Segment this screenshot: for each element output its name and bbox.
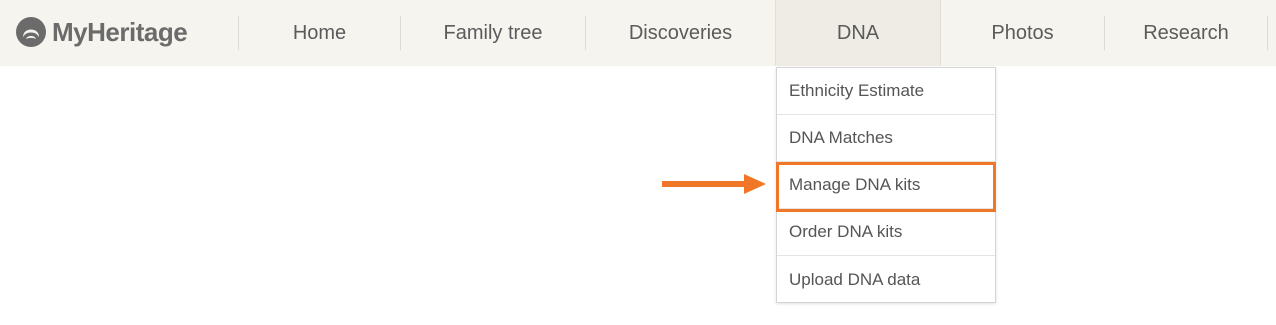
- dna-dropdown-menu: Ethnicity Estimate DNA Matches Manage DN…: [776, 67, 996, 303]
- nav-item-family-tree[interactable]: Family tree: [401, 0, 585, 66]
- menu-item-manage-dna-kits[interactable]: Manage DNA kits: [777, 162, 995, 209]
- nav-item-home[interactable]: Home: [239, 0, 400, 66]
- logo-wordmark: MyHeritage: [52, 16, 188, 47]
- nav-item-research[interactable]: Research: [1105, 0, 1267, 66]
- right-arrow-icon: [662, 174, 766, 194]
- myheritage-logo-icon: [16, 17, 46, 47]
- nav-separator: [1267, 16, 1268, 50]
- menu-item-upload-dna-data[interactable]: Upload DNA data: [777, 256, 995, 303]
- menu-item-order-dna-kits[interactable]: Order DNA kits: [777, 209, 995, 256]
- nav-item-photos[interactable]: Photos: [941, 0, 1104, 66]
- top-navigation-bar: MyHeritage Home Family tree Discoveries …: [0, 0, 1276, 66]
- myheritage-logo[interactable]: MyHeritage: [14, 14, 188, 50]
- menu-item-dna-matches[interactable]: DNA Matches: [777, 115, 995, 162]
- nav-item-dna[interactable]: DNA: [775, 0, 941, 66]
- menu-item-ethnicity-estimate[interactable]: Ethnicity Estimate: [777, 68, 995, 115]
- nav-item-discoveries[interactable]: Discoveries: [586, 0, 775, 66]
